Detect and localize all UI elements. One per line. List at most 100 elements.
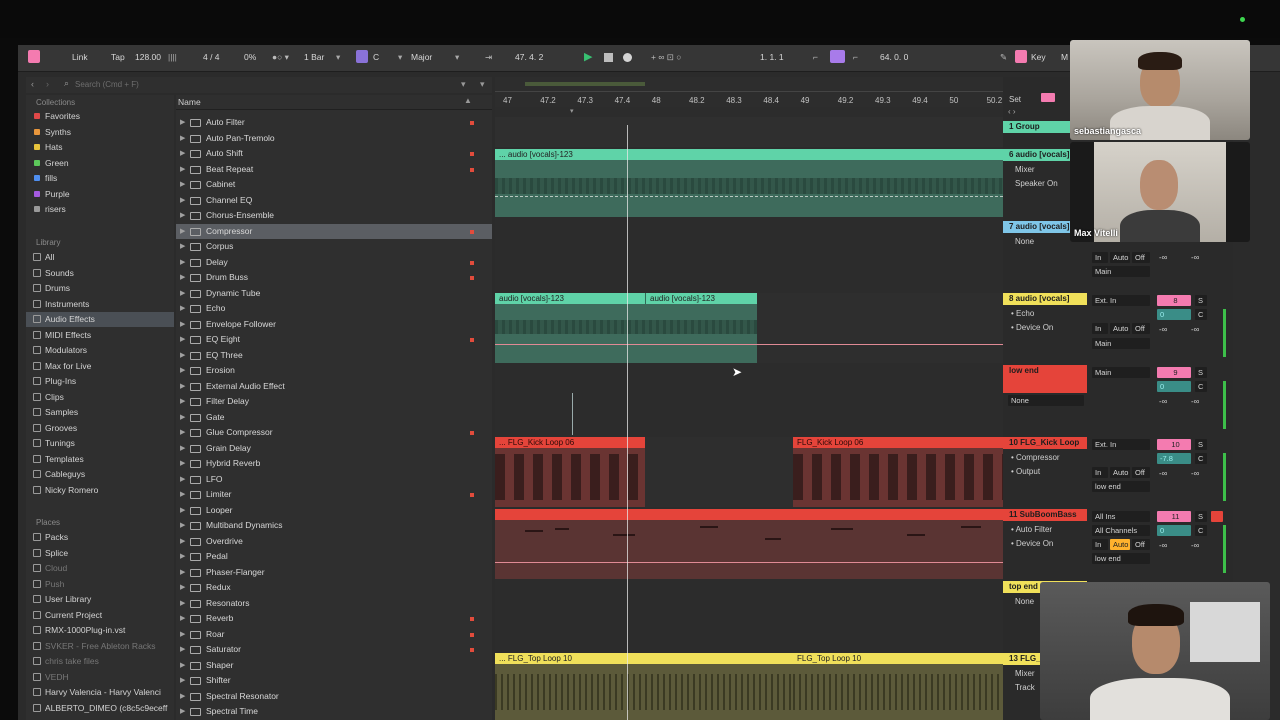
- device-spectral-resonator[interactable]: ▶ Spectral Resonator: [176, 689, 492, 705]
- library-drums[interactable]: Drums: [26, 281, 174, 296]
- device-phaser-flanger[interactable]: ▶ Phaser-Flanger: [176, 565, 492, 581]
- app-menu-icon[interactable]: [28, 50, 40, 63]
- collection-green[interactable]: Green: [26, 156, 174, 171]
- time-signature-field[interactable]: 4 / 4: [203, 52, 220, 62]
- track-8-output-select[interactable]: Main: [1092, 338, 1150, 349]
- track-8-input-select[interactable]: Ext. In: [1092, 295, 1150, 306]
- key-root-select[interactable]: C: [373, 52, 379, 62]
- device-gate[interactable]: ▶ Gate: [176, 410, 492, 426]
- track-header-8[interactable]: 8 audio [vocals]: [1003, 293, 1087, 305]
- device-auto-filter[interactable]: ▶ Auto Filter: [176, 115, 492, 131]
- device-filter-delay[interactable]: ▶ Filter Delay: [176, 394, 492, 410]
- track-8-in-button[interactable]: In: [1092, 323, 1108, 334]
- expand-icon[interactable]: ▶: [180, 611, 185, 627]
- place-rmx-1000plug-in-vst[interactable]: RMX-1000Plug-in.vst: [26, 623, 174, 638]
- track-13-device[interactable]: Mixer: [1015, 669, 1035, 678]
- play-icon[interactable]: ▶: [584, 50, 592, 63]
- browser-menu-icon[interactable]: ▾: [480, 79, 485, 90]
- clip-top-b-waveform[interactable]: [793, 664, 1003, 720]
- track-10-auto-button[interactable]: Auto: [1110, 467, 1130, 478]
- device-resonators[interactable]: ▶ Resonators: [176, 596, 492, 612]
- track-11-arm-icon[interactable]: [1211, 511, 1223, 522]
- track-13-param[interactable]: Track: [1015, 683, 1035, 692]
- library-all[interactable]: All: [26, 250, 174, 265]
- library-templates[interactable]: Templates: [26, 452, 174, 467]
- collection-fills[interactable]: fills: [26, 171, 174, 186]
- collection-purple[interactable]: Purple: [26, 187, 174, 202]
- device-limiter[interactable]: ▶ Limiter: [176, 487, 492, 503]
- expand-icon[interactable]: ▶: [180, 534, 185, 550]
- timeline-ruler[interactable]: 47 47.2 47.3 47.4 48 48.2 48.3 48.4 49 49.2 49.3 49…: [495, 77, 1003, 115]
- device-echo[interactable]: ▶ Echo: [176, 301, 492, 317]
- expand-icon[interactable]: ▶: [180, 255, 185, 271]
- sort-icon[interactable]: ▲: [464, 96, 472, 105]
- record-icon[interactable]: [623, 53, 632, 62]
- clip-top-b-header[interactable]: FLG_Top Loop 10: [793, 653, 1003, 664]
- metronome-icon[interactable]: ||||: [168, 52, 177, 62]
- device-auto-pan-tremolo[interactable]: ▶ Auto Pan-Tremolo: [176, 131, 492, 147]
- device-hybrid-reverb[interactable]: ▶ Hybrid Reverb: [176, 456, 492, 472]
- expand-icon[interactable]: ▶: [180, 549, 185, 565]
- metronome-toggle-icon[interactable]: ●○ ▾: [272, 52, 289, 63]
- expand-icon[interactable]: ▶: [180, 208, 185, 224]
- track-7-off-button[interactable]: Off: [1132, 252, 1150, 263]
- expand-icon[interactable]: ▶: [180, 704, 185, 720]
- track-8-activator[interactable]: 8: [1157, 295, 1191, 306]
- device-envelope-follower[interactable]: ▶ Envelope Follower: [176, 317, 492, 333]
- device-dynamic-tube[interactable]: ▶ Dynamic Tube: [176, 286, 492, 302]
- automation-arm-icon[interactable]: [1041, 93, 1055, 102]
- expand-icon[interactable]: ▶: [180, 580, 185, 596]
- track-lane-low-end[interactable]: ➤: [495, 365, 1003, 435]
- clip-vocals-2-waveform[interactable]: [495, 304, 757, 363]
- track-10-activator[interactable]: 10: [1157, 439, 1191, 450]
- track-8-c-button[interactable]: C: [1195, 309, 1207, 320]
- expand-icon[interactable]: ▶: [180, 410, 185, 426]
- track-10-in-button[interactable]: In: [1092, 467, 1108, 478]
- expand-icon[interactable]: ▶: [180, 239, 185, 255]
- track-10-device[interactable]: • Compressor: [1011, 453, 1060, 462]
- low-end-solo-button[interactable]: S: [1195, 367, 1207, 378]
- expand-icon[interactable]: ▶: [180, 658, 185, 674]
- track-11-auto-button[interactable]: Auto: [1110, 539, 1130, 550]
- track-7-device[interactable]: None: [1015, 237, 1034, 246]
- place-user-library[interactable]: User Library: [26, 592, 174, 607]
- swing-field[interactable]: 0%: [244, 52, 256, 62]
- place-cloud[interactable]: Cloud: [26, 561, 174, 576]
- track-10-param[interactable]: • Output: [1011, 467, 1040, 476]
- low-end-pan[interactable]: 0: [1157, 381, 1191, 392]
- expand-icon[interactable]: ▶: [180, 146, 185, 162]
- device-shifter[interactable]: ▶ Shifter: [176, 673, 492, 689]
- clip-subbass-notes[interactable]: [495, 520, 1003, 579]
- track-lane-13[interactable]: ... FLG_Top Loop 10 FLG_Top Loop 10: [495, 653, 1003, 720]
- track-10-volume[interactable]: -7.8: [1157, 453, 1191, 464]
- device-shaper[interactable]: ▶ Shaper: [176, 658, 492, 674]
- track-8-solo-button[interactable]: S: [1195, 295, 1207, 306]
- clip-vocals-header[interactable]: ... audio [vocals]-123: [495, 149, 1003, 160]
- expand-icon[interactable]: ▶: [180, 317, 185, 333]
- track-11-pan[interactable]: 0: [1157, 525, 1191, 536]
- place-harvy-valencia-harvy-valenci[interactable]: Harvy Valencia - Harvy Valenci: [26, 685, 174, 700]
- place-svker-free-ableton-racks[interactable]: SVKER - Free Ableton Racks: [26, 639, 174, 654]
- expand-icon[interactable]: ▶: [180, 379, 185, 395]
- set-button[interactable]: Set: [1009, 95, 1021, 104]
- loop-start-field[interactable]: 1. 1. 1: [760, 52, 784, 62]
- clip-kick-b-waveform[interactable]: [793, 448, 1003, 507]
- low-end-device-select[interactable]: None: [1008, 395, 1084, 406]
- library-tunings[interactable]: Tunings: [26, 436, 174, 451]
- expand-icon[interactable]: ▶: [180, 487, 185, 503]
- track-8-auto-button[interactable]: Auto: [1110, 323, 1130, 334]
- expand-icon[interactable]: ▶: [180, 270, 185, 286]
- track-11-activator[interactable]: 11: [1157, 511, 1191, 522]
- device-compressor[interactable]: ▶ Compressor: [176, 223, 492, 239]
- expand-icon[interactable]: ▶: [180, 518, 185, 534]
- clip-subbass-header[interactable]: [495, 509, 1003, 520]
- clip-kick-b-header[interactable]: FLG_Kick Loop 06: [793, 437, 1003, 448]
- expand-icon[interactable]: ▶: [180, 332, 185, 348]
- device-overdrive[interactable]: ▶ Overdrive: [176, 534, 492, 550]
- track-10-off-button[interactable]: Off: [1132, 467, 1150, 478]
- track-8-param[interactable]: • Device On: [1011, 323, 1053, 332]
- track-11-output-select[interactable]: low end: [1092, 553, 1150, 564]
- expand-icon[interactable]: ▶: [180, 394, 185, 410]
- library-audio-effects[interactable]: Audio Effects: [26, 312, 174, 327]
- track-7-auto-button[interactable]: Auto: [1110, 252, 1130, 263]
